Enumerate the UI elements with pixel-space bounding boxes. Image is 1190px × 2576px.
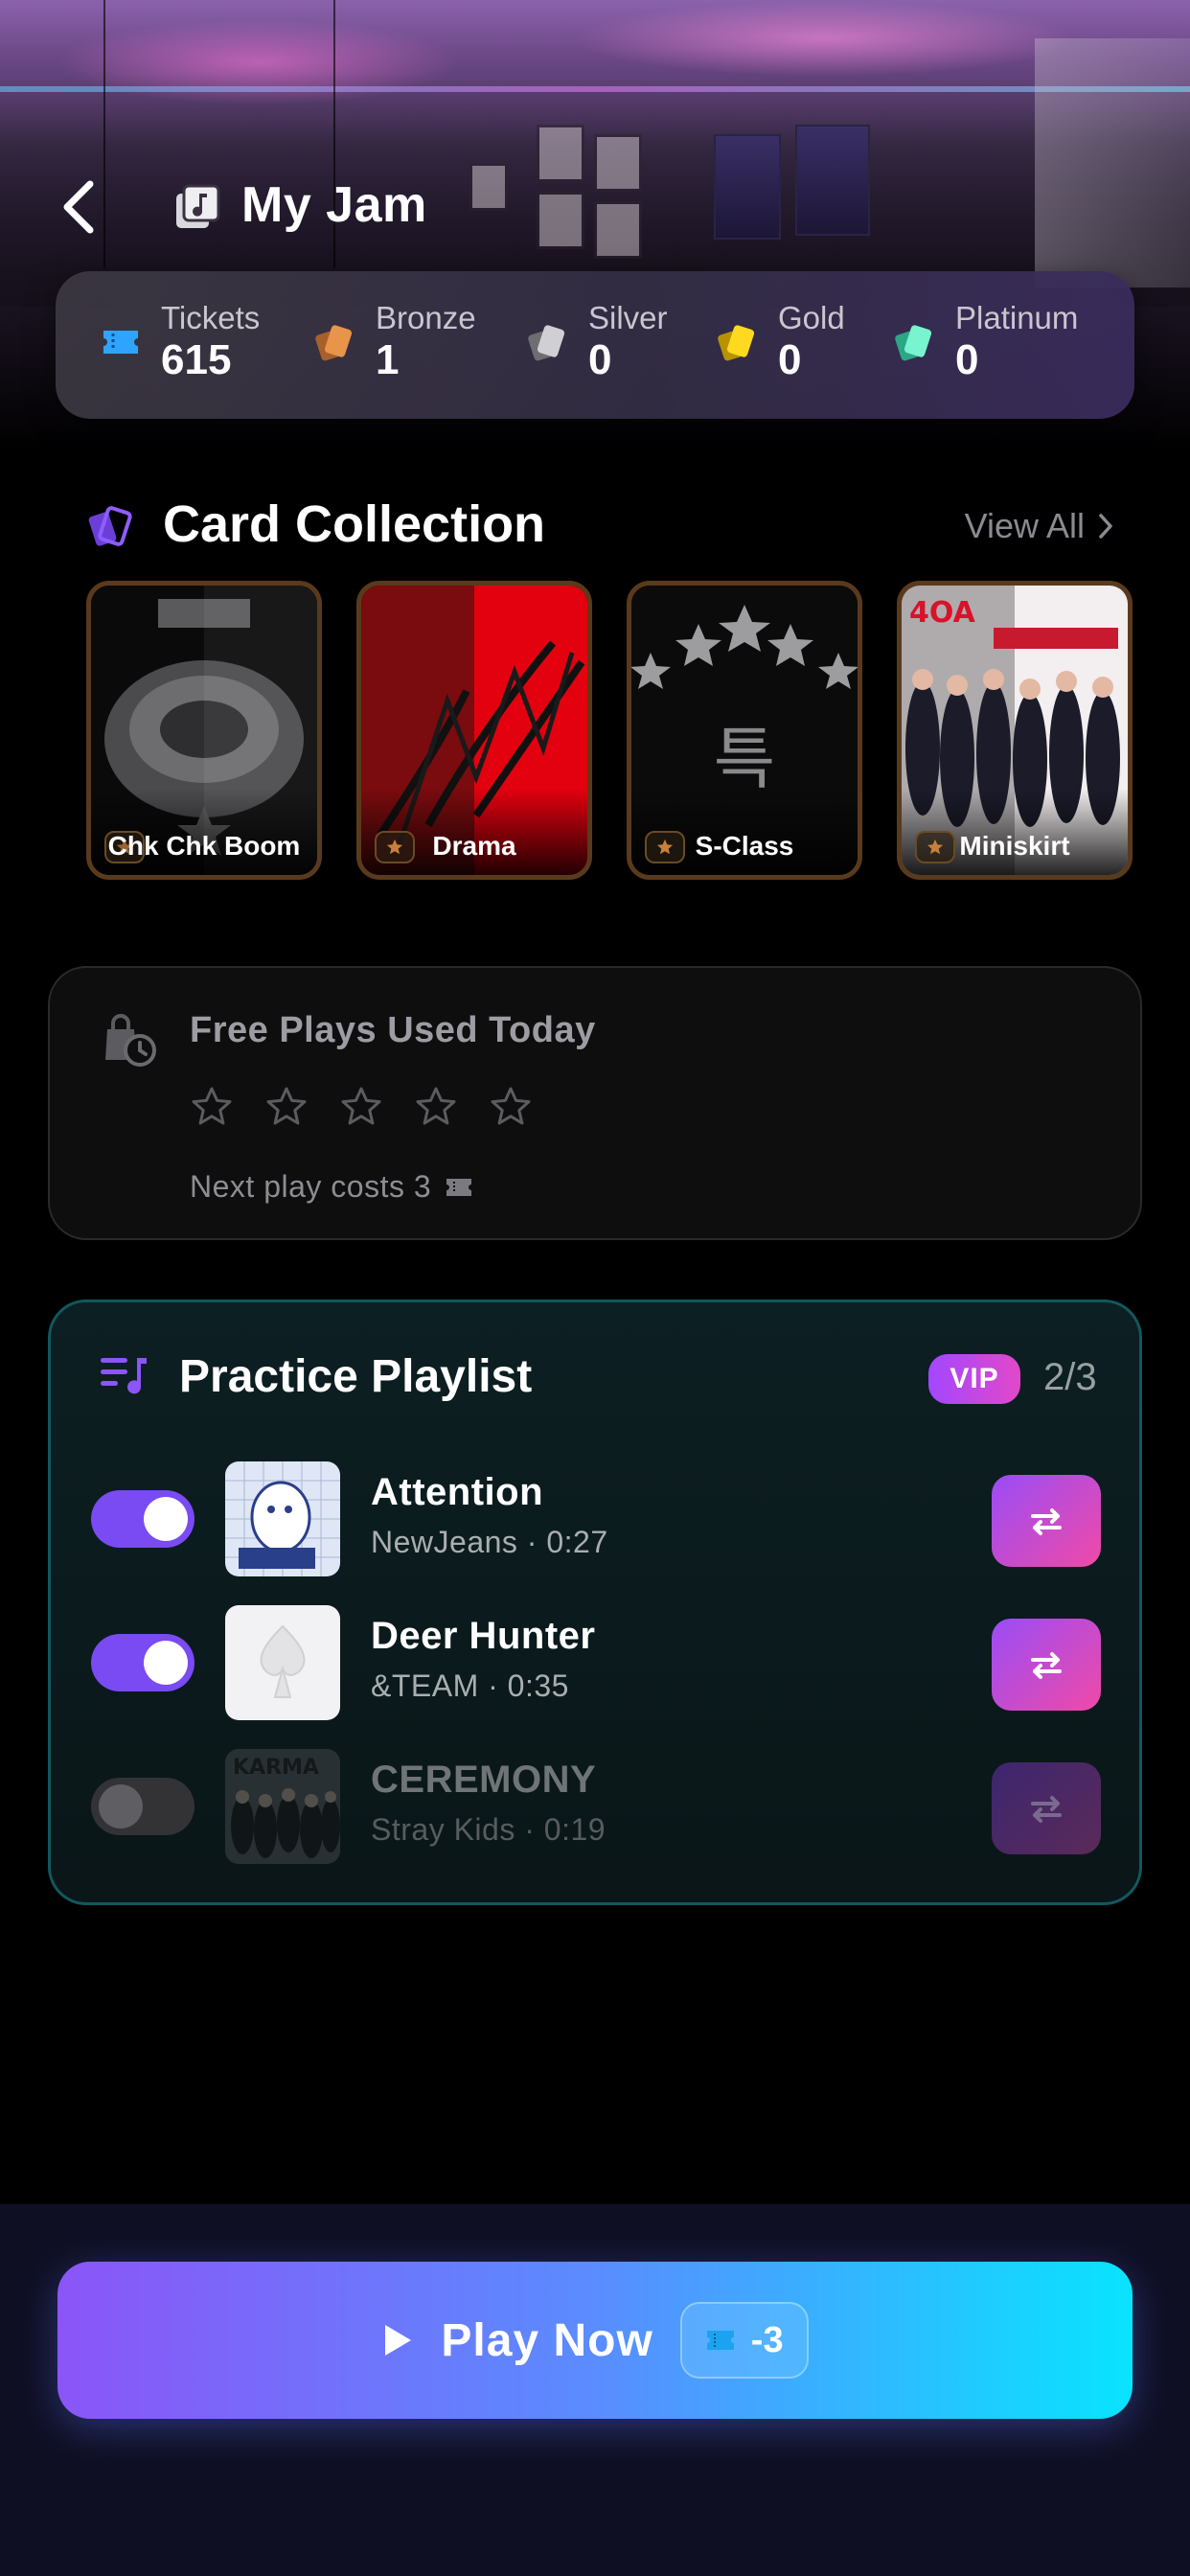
free-plays-title: Free Plays Used Today <box>190 1010 596 1050</box>
card-name: Chk Chk Boom <box>107 831 301 861</box>
card-name: S-Class <box>695 831 794 861</box>
track-subtitle: Stray Kids · 0:19 <box>371 1812 606 1847</box>
free-plays-panel: Free Plays Used Today Next play costs 3 <box>48 966 1142 1240</box>
card-name: Drama <box>432 831 516 861</box>
track-toggle[interactable] <box>91 1490 195 1548</box>
ticket-icon <box>103 331 138 354</box>
collection-card[interactable]: 특 S-Class <box>627 581 862 880</box>
swap-arrows-icon <box>1031 1508 1062 1535</box>
swap-track-button[interactable] <box>992 1619 1101 1711</box>
star-outline-icon <box>491 1087 531 1125</box>
view-all-link[interactable]: View All <box>965 506 1113 546</box>
album-cover-image <box>225 1605 340 1720</box>
gold-card-icon <box>718 325 755 361</box>
star-outline-icon <box>266 1087 307 1125</box>
practice-playlist-panel: Practice Playlist VIP 2/3 Attention NewJ… <box>48 1300 1142 1905</box>
ticket-cost-badge: -3 <box>679 2302 809 2379</box>
bronze-card-icon <box>315 325 353 361</box>
swap-arrows-icon <box>1031 1796 1062 1823</box>
album-cover-image <box>225 1461 340 1576</box>
collection-card[interactable]: Drama <box>356 581 592 880</box>
track-title: Attention <box>371 1471 544 1513</box>
swap-track-button[interactable] <box>992 1475 1101 1567</box>
card-collection-header: Card Collection View All <box>86 491 1113 558</box>
top-bar: My Jam <box>0 163 1190 249</box>
bottom-action-bar: Play Now -3 <box>0 2204 1190 2576</box>
playlist-track: Attention NewJeans · 0:27 <box>51 1460 1145 1578</box>
ticket-icon <box>446 1178 472 1196</box>
swap-track-button[interactable] <box>992 1762 1101 1854</box>
back-button[interactable] <box>54 176 111 238</box>
card-name: Miniskirt <box>959 831 1070 861</box>
star-outline-icon <box>341 1087 381 1125</box>
bag-clock-icon <box>105 1014 156 1067</box>
section-title: Card Collection <box>163 495 546 553</box>
platinum-card-icon <box>895 325 932 361</box>
collection-card[interactable]: Chk Chk Boom <box>86 581 322 880</box>
card-list: Chk Chk Boom Drama 특 S-Class 4OA Miniski… <box>86 581 1133 880</box>
collection-card[interactable]: 4OA Miniskirt <box>897 581 1133 880</box>
playlist-title: Practice Playlist <box>179 1351 533 1402</box>
music-library-icon <box>176 184 220 228</box>
free-plays-stars <box>190 1085 533 1138</box>
currency-bar: Tickets 615 Bronze 1 Silver 0 Gold 0 Pla… <box>56 271 1134 419</box>
star-outline-icon <box>416 1087 456 1125</box>
chevron-right-icon <box>1099 514 1112 539</box>
track-title: Deer Hunter <box>371 1615 596 1657</box>
play-now-label: Play Now <box>441 2314 653 2366</box>
playlist-count: 2/3 <box>1043 1356 1097 1398</box>
svg-text:4OA: 4OA <box>909 596 976 630</box>
cards-icon <box>88 506 132 546</box>
star-outline-icon <box>192 1087 232 1125</box>
track-title: CEREMONY <box>371 1759 597 1801</box>
playlist-track: Deer Hunter &TEAM · 0:35 <box>51 1603 1145 1722</box>
track-toggle[interactable] <box>91 1778 195 1835</box>
page-title: My Jam <box>241 177 427 233</box>
swap-arrows-icon <box>1031 1652 1062 1679</box>
track-toggle[interactable] <box>91 1634 195 1691</box>
playlist-track: KARMA CEREMONY Stray Kids · 0:19 <box>51 1747 1145 1866</box>
track-subtitle: &TEAM · 0:35 <box>371 1668 569 1703</box>
vip-badge: VIP <box>928 1354 1020 1404</box>
play-icon <box>385 2325 412 2356</box>
album-cover-image: KARMA <box>225 1749 340 1864</box>
ticket-icon <box>706 2331 734 2350</box>
svg-text:특: 특 <box>714 720 775 798</box>
chevron-left-icon <box>63 180 94 234</box>
playlist-icon <box>101 1358 147 1394</box>
next-play-cost: Next play costs 3 <box>190 1169 473 1205</box>
track-subtitle: NewJeans · 0:27 <box>371 1525 608 1559</box>
play-now-button[interactable]: Play Now -3 <box>57 2262 1133 2419</box>
silver-card-icon <box>528 325 565 361</box>
